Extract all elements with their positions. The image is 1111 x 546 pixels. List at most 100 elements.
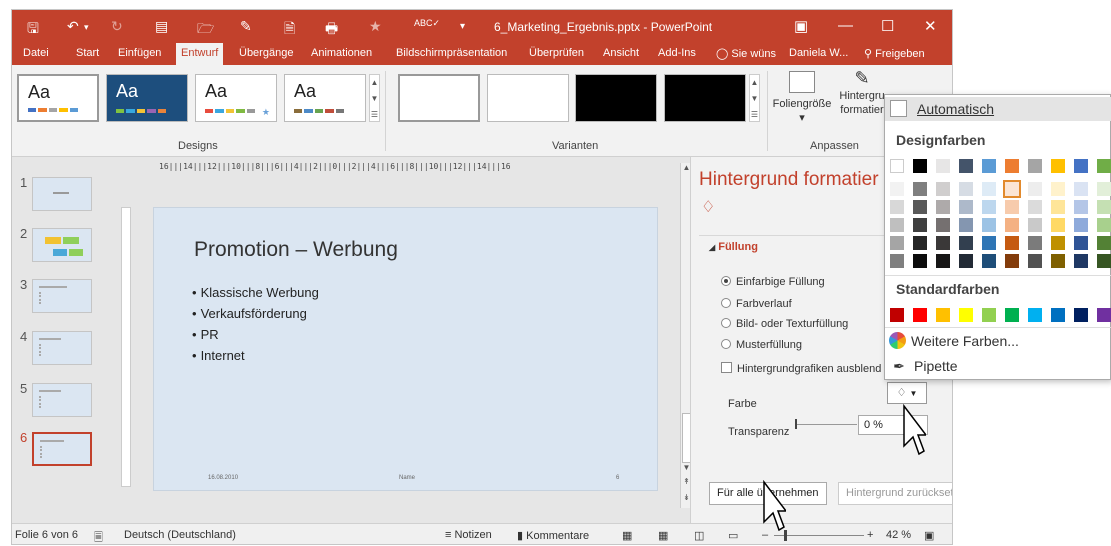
paint-bucket-icon[interactable]: ♢: [701, 197, 715, 217]
color-swatch[interactable]: [936, 308, 950, 322]
color-swatch[interactable]: [1051, 308, 1065, 322]
color-swatch[interactable]: [1028, 218, 1042, 232]
slide-title[interactable]: Promotion – Werbung: [194, 238, 398, 262]
color-swatch[interactable]: [936, 182, 950, 196]
color-swatch[interactable]: [936, 254, 950, 268]
thumbnail-slide-5[interactable]: [32, 383, 92, 417]
color-swatch[interactable]: [1074, 218, 1088, 232]
color-swatch[interactable]: [1028, 159, 1042, 173]
color-swatch[interactable]: [1003, 180, 1021, 198]
color-swatch[interactable]: [982, 236, 996, 250]
close-icon[interactable]: ✕: [924, 17, 937, 35]
minimize-icon[interactable]: —: [838, 17, 853, 34]
color-swatch[interactable]: [1051, 159, 1065, 173]
transparency-slider-handle[interactable]: [795, 419, 797, 429]
color-swatch[interactable]: [913, 182, 927, 196]
theme-plain[interactable]: Aa ★: [195, 74, 277, 122]
color-swatch[interactable]: [1051, 254, 1065, 268]
color-swatch[interactable]: [1005, 218, 1019, 232]
fit-to-window-icon[interactable]: ▣: [924, 529, 934, 542]
color-swatch[interactable]: [1097, 236, 1111, 250]
color-swatch[interactable]: [890, 254, 904, 268]
customize-qat-icon[interactable]: ▾: [460, 21, 465, 32]
color-swatch[interactable]: [1097, 159, 1111, 173]
variants-gallery-scroll[interactable]: ▲ ▼ ☰: [749, 74, 760, 122]
print-preview-icon[interactable]: 🖶: [325, 18, 338, 42]
color-swatch[interactable]: [1005, 159, 1019, 173]
color-swatch[interactable]: [1005, 236, 1019, 250]
share-button[interactable]: ⚲ Freigeben: [864, 47, 925, 60]
spelling-status-icon[interactable]: 🗏: [94, 529, 103, 544]
theme-facet[interactable]: Aa: [284, 74, 366, 122]
tab-start[interactable]: Start: [76, 47, 99, 59]
color-swatch[interactable]: [1074, 308, 1088, 322]
zoom-level[interactable]: 42 %: [886, 529, 911, 541]
slide-6[interactable]: Promotion – Werbung Klassische Werbung V…: [153, 207, 658, 491]
slideshow-view-icon[interactable]: ▭: [728, 529, 738, 542]
color-swatch[interactable]: [890, 218, 904, 232]
color-swatch[interactable]: [959, 218, 973, 232]
color-swatch[interactable]: [1005, 308, 1019, 322]
theme-office[interactable]: Aa: [17, 74, 99, 122]
color-swatch[interactable]: [982, 200, 996, 214]
color-swatch[interactable]: [1051, 200, 1065, 214]
color-swatch[interactable]: [1097, 182, 1111, 196]
tab-ansicht[interactable]: Ansicht: [603, 47, 639, 59]
color-swatch[interactable]: [1074, 254, 1088, 268]
color-swatch[interactable]: [1028, 308, 1042, 322]
color-swatch[interactable]: [982, 308, 996, 322]
thumbnail-slide-2[interactable]: [32, 228, 92, 262]
color-swatch[interactable]: [913, 159, 927, 173]
color-swatch[interactable]: [1051, 236, 1065, 250]
normal-view-icon[interactable]: ▦: [622, 529, 632, 542]
color-swatch[interactable]: [1028, 182, 1042, 196]
fill-color-button[interactable]: ♢ ▼: [887, 382, 927, 404]
slide-sorter-icon[interactable]: ▦: [658, 529, 668, 542]
color-swatch[interactable]: [1097, 308, 1111, 322]
color-swatch[interactable]: [1097, 218, 1111, 232]
hide-background-graphics-checkbox[interactable]: Hintergrundgrafiken ausblend: [721, 362, 881, 375]
color-swatch[interactable]: [1028, 236, 1042, 250]
color-swatch[interactable]: [936, 200, 950, 214]
color-swatch[interactable]: [1028, 200, 1042, 214]
language-status[interactable]: Deutsch (Deutschland): [124, 529, 236, 541]
color-swatch[interactable]: [913, 254, 927, 268]
color-swatch[interactable]: [913, 200, 927, 214]
color-swatch[interactable]: [1051, 218, 1065, 232]
transparency-slider[interactable]: [797, 424, 857, 425]
designs-gallery-scroll[interactable]: ▲ ▼ ☰: [369, 74, 380, 122]
tab-add-ins[interactable]: Add-Ins: [658, 47, 696, 59]
reading-view-icon[interactable]: ◫: [694, 529, 704, 542]
color-swatch[interactable]: [936, 218, 950, 232]
slide-bullet-list[interactable]: Klassische Werbung Verkaufsförderung PR …: [192, 285, 319, 369]
touch-mode-icon[interactable]: ✎: [240, 18, 252, 35]
color-swatch[interactable]: [890, 200, 904, 214]
color-swatch[interactable]: [1097, 200, 1111, 214]
variant-3[interactable]: [575, 74, 657, 122]
tab-entwurf[interactable]: Entwurf: [176, 43, 224, 65]
radio-pattern-fill[interactable]: Musterfüllung: [721, 339, 802, 351]
save-icon[interactable]: 🖫: [27, 18, 39, 42]
new-file-icon[interactable]: 🗎: [284, 18, 295, 42]
color-swatch[interactable]: [913, 308, 927, 322]
color-swatch[interactable]: [982, 254, 996, 268]
color-swatch[interactable]: [1051, 182, 1065, 196]
tab-animationen[interactable]: Animationen: [311, 47, 372, 59]
thumbnail-slide-1[interactable]: [32, 177, 92, 211]
from-beginning-icon[interactable]: ▤: [155, 18, 168, 35]
color-swatch[interactable]: [959, 182, 973, 196]
color-swatch[interactable]: [1097, 254, 1111, 268]
zoom-in-icon[interactable]: +: [867, 529, 873, 541]
theme-blue[interactable]: Aa: [106, 74, 188, 122]
color-swatch[interactable]: [982, 218, 996, 232]
favorite-icon[interactable]: ★: [369, 18, 382, 35]
undo-dropdown-icon[interactable]: ▾: [84, 22, 89, 33]
fill-section-header[interactable]: ◢ Füllung: [709, 241, 758, 253]
radio-picture-fill[interactable]: Bild- oder Texturfüllung: [721, 318, 848, 330]
variant-1[interactable]: [398, 74, 480, 122]
tab-bildschirmpraesentation[interactable]: Bildschirmpräsentation: [396, 47, 507, 59]
open-folder-icon[interactable]: 🗁: [197, 18, 214, 42]
tab-ueberpruefen[interactable]: Überprüfen: [529, 47, 584, 59]
format-background-button[interactable]: ✎ Hintergru formatier: [834, 69, 890, 117]
color-swatch[interactable]: [890, 159, 904, 173]
